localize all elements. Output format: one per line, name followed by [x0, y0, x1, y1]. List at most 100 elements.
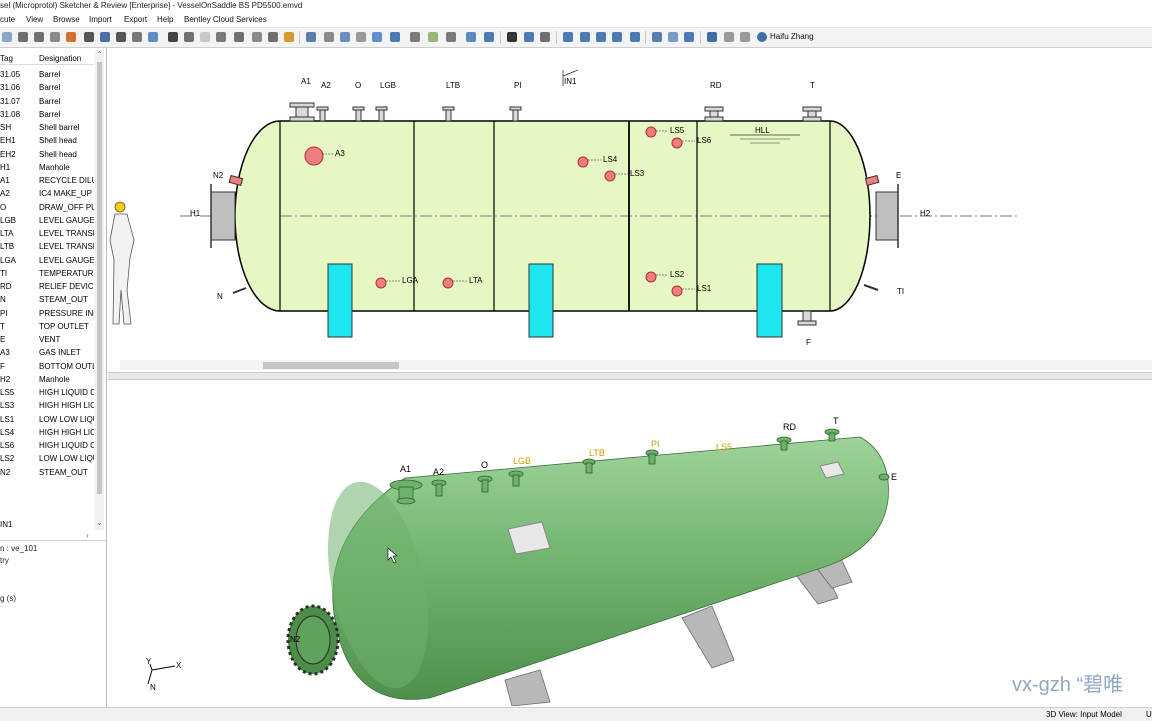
align-icon[interactable]: [216, 32, 226, 42]
tag-list-item-designation[interactable]: PRESSURE INDI: [39, 309, 94, 318]
tag-list-item-tag[interactable]: 31.05: [0, 70, 20, 79]
tag-list-item-designation[interactable]: STEAM_OUT: [39, 468, 94, 477]
tag-list-item-designation[interactable]: Barrel: [39, 97, 94, 106]
tag-list-item-designation[interactable]: Manhole: [39, 375, 94, 384]
tag-list-item-designation[interactable]: LOW LOW LIQU: [39, 415, 94, 424]
menu-browse[interactable]: Browse: [53, 15, 80, 24]
rotate-icon[interactable]: [524, 32, 534, 42]
tag-list-item-tag[interactable]: RD: [0, 282, 12, 291]
tag-list-item-tag[interactable]: EH1: [0, 136, 16, 145]
tag-list-item-designation[interactable]: RELIEF DEVICE: [39, 282, 94, 291]
menu-bentley-cloud-services[interactable]: Bentley Cloud Services: [184, 15, 267, 24]
drawing-2d-hscroll-thumb[interactable]: [263, 362, 399, 369]
user-icon[interactable]: [757, 32, 767, 42]
view-back-icon[interactable]: [630, 32, 640, 42]
menu-view[interactable]: View: [26, 15, 43, 24]
sync-icon[interactable]: [740, 32, 750, 42]
report-icon[interactable]: [306, 32, 316, 42]
model-3d-view[interactable]: N2 A1 A2 O LGB LTB PI LS5 RD T E X Y N: [108, 380, 1152, 707]
tag-list-item-tag[interactable]: E: [0, 335, 5, 344]
scroll-right-icon[interactable]: ›: [86, 531, 89, 540]
tag-column-header[interactable]: Tag: [0, 54, 13, 63]
tag-list-item-designation[interactable]: HIGH LIQUID C: [39, 388, 94, 397]
tag-list-item-designation[interactable]: Shell head: [39, 150, 94, 159]
tag-list-item-designation[interactable]: TEMPERATURE: [39, 269, 94, 278]
menu-import[interactable]: Import: [89, 15, 112, 24]
tag-list-item-tag[interactable]: 31.08: [0, 110, 20, 119]
drawing-2d-view[interactable]: HLL A1 A2 O LGB LTB PI RD T IN1 N2 H1 N …: [108, 48, 1152, 368]
window-icon[interactable]: [652, 32, 662, 42]
view-splitter[interactable]: [108, 372, 1152, 380]
tag-list-item-designation[interactable]: GAS INLET: [39, 348, 94, 357]
ladder-icon[interactable]: [234, 32, 244, 42]
insert-icon[interactable]: [116, 32, 126, 42]
undo-icon[interactable]: [2, 32, 12, 42]
view-front-icon[interactable]: [580, 32, 590, 42]
refresh-icon[interactable]: [66, 32, 76, 42]
manhole-h2[interactable]: [875, 191, 899, 241]
shade-icon[interactable]: [466, 32, 476, 42]
scroll-up-icon[interactable]: ⌃: [96, 50, 103, 59]
tag-list-item-designation[interactable]: LOW LOW LIQU: [39, 454, 94, 463]
tag-list-bottom-item[interactable]: IN1: [0, 520, 12, 529]
saddle-1[interactable]: [327, 263, 353, 338]
share-icon[interactable]: [724, 32, 734, 42]
tag-list-item-tag[interactable]: H2: [0, 375, 10, 384]
tag-list-item-designation[interactable]: LEVEL TRANSM: [39, 229, 94, 238]
view-iso-icon[interactable]: [563, 32, 573, 42]
vessel-2d-drawing[interactable]: HLL A1 A2 O LGB LTB PI RD T IN1 N2 H1 N …: [108, 48, 1152, 368]
tag-list-item-tag[interactable]: LTB: [0, 242, 14, 251]
tag-list-item-designation[interactable]: Barrel: [39, 83, 94, 92]
layout-icon[interactable]: [684, 32, 694, 42]
split-view-icon[interactable]: [668, 32, 678, 42]
tag-list-item-tag[interactable]: O: [0, 203, 6, 212]
delete-icon[interactable]: [84, 32, 94, 42]
render-icon[interactable]: [484, 32, 494, 42]
view-side-icon[interactable]: [612, 32, 622, 42]
menu-help[interactable]: Help: [157, 15, 173, 24]
tag-list-item-tag[interactable]: LS5: [0, 388, 14, 397]
folder-icon[interactable]: [284, 32, 294, 42]
tag-list-item-tag[interactable]: LS6: [0, 441, 14, 450]
tag-list-item-designation[interactable]: LEVEL GAUGE: [39, 256, 94, 265]
grid-icon[interactable]: [100, 32, 110, 42]
tag-list-item-designation[interactable]: TOP OUTLET: [39, 322, 94, 331]
saddle-2[interactable]: [528, 263, 554, 338]
tag-list-item-tag[interactable]: SH: [0, 123, 11, 132]
paste-icon[interactable]: [50, 32, 60, 42]
vessel-3d-model[interactable]: N2 A1 A2 O LGB LTB PI LS5 RD T E X Y N: [108, 380, 1152, 707]
tag-list-item-tag[interactable]: PI: [0, 309, 8, 318]
zoom-icon[interactable]: [540, 32, 550, 42]
tag-list-item-tag[interactable]: N: [0, 295, 6, 304]
calc-icon[interactable]: [324, 32, 334, 42]
tag-list-item-tag[interactable]: A1: [0, 176, 10, 185]
view-top-icon[interactable]: [596, 32, 606, 42]
tag-list-item-designation[interactable]: Manhole: [39, 163, 94, 172]
tag-list-item-tag[interactable]: EH2: [0, 150, 16, 159]
tag-list-item-tag[interactable]: 31.07: [0, 97, 20, 106]
support-icon[interactable]: [148, 32, 158, 42]
tag-list-item-tag[interactable]: T: [0, 322, 5, 331]
cloud-icon[interactable]: [707, 32, 717, 42]
pan-icon[interactable]: [507, 32, 517, 42]
gear-icon[interactable]: [446, 32, 456, 42]
saddle-icon[interactable]: [184, 32, 194, 42]
tag-list-item-designation[interactable]: Shell head: [39, 136, 94, 145]
tag-list-item-designation[interactable]: HIGH LIQUID C: [39, 441, 94, 450]
save-icon[interactable]: [340, 32, 350, 42]
user-name[interactable]: Haifu Zhang: [770, 32, 814, 41]
tag-list-item-tag[interactable]: LS1: [0, 415, 14, 424]
tag-list-item-designation[interactable]: Shell barrel: [39, 123, 94, 132]
tag-list-item-designation[interactable]: STEAM_OUT: [39, 295, 94, 304]
drop-icon[interactable]: [372, 32, 382, 42]
copy-icon[interactable]: [34, 32, 44, 42]
tag-list-item-tag[interactable]: N2: [0, 468, 10, 477]
flange-icon[interactable]: [168, 32, 178, 42]
cut-icon[interactable]: [18, 32, 28, 42]
tag-list-item-designation[interactable]: HIGH HIGH LIC: [39, 401, 94, 410]
tag-list-item-tag[interactable]: LS3: [0, 401, 14, 410]
tag-list-item-tag[interactable]: LGA: [0, 256, 16, 265]
tag-list-item-tag[interactable]: H1: [0, 163, 10, 172]
tag-list-item-tag[interactable]: TI: [0, 269, 7, 278]
tag-list-item-designation[interactable]: HIGH HIGH LIC: [39, 428, 94, 437]
